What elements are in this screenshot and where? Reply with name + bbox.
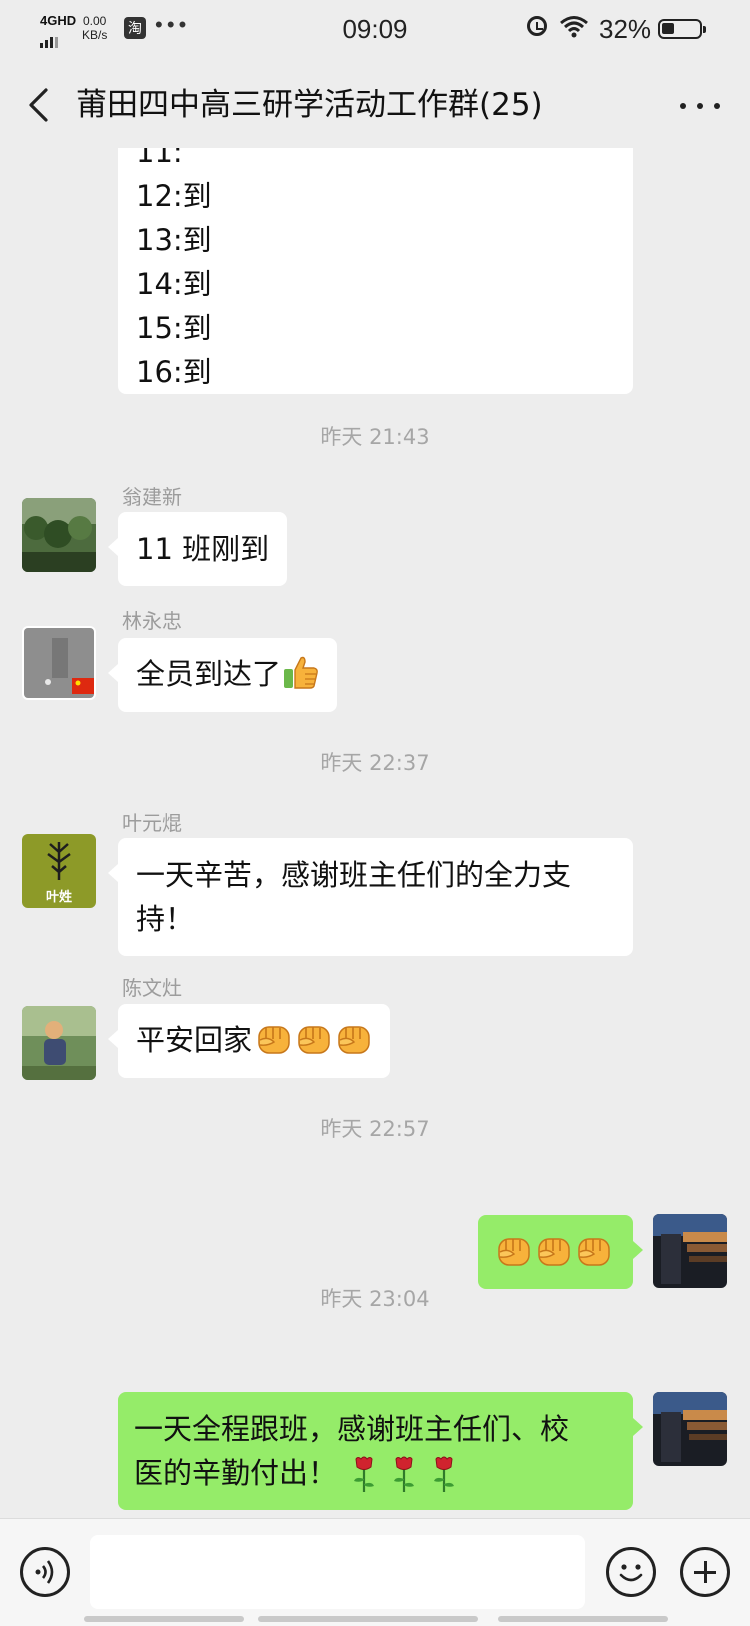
fist-emoji-icon xyxy=(336,1022,372,1056)
timestamp: 昨天 22:57 xyxy=(320,1117,430,1141)
sender-name: 陈文灶 xyxy=(122,976,182,1000)
fist-emoji-icon xyxy=(536,1234,572,1268)
timestamp: 昨天 23:04 xyxy=(320,1287,430,1311)
message-bubble[interactable]: 一天辛苦，感谢班主任们的全力支 持！ xyxy=(108,838,633,956)
plus-icon[interactable] xyxy=(680,1547,730,1597)
fist-emoji-icon xyxy=(496,1234,532,1268)
avatar[interactable] xyxy=(22,498,96,572)
message-text-line: 医的辛勤付出！ xyxy=(134,1456,338,1490)
home-indicator xyxy=(498,1616,668,1622)
message-bubble[interactable]: 全员到达了 xyxy=(107,638,338,712)
sender-name: 叶元焜 xyxy=(122,811,182,835)
roll-call-line: 14:到 xyxy=(136,267,212,301)
avatar[interactable]: 叶姓 xyxy=(22,834,96,908)
chat-title: 莆田四中高三研学活动工作群(25) xyxy=(76,87,543,123)
back-arrow-icon[interactable] xyxy=(20,82,60,128)
avatar[interactable] xyxy=(22,626,96,700)
battery-percent: 32% xyxy=(599,14,652,44)
fist-emoji-icon xyxy=(576,1234,612,1268)
rose-emoji-icon xyxy=(431,1455,457,1493)
fist-emoji-icon xyxy=(296,1022,332,1056)
message-list[interactable]: 11: 12:到 13:到 14:到 15:到 16:到 昨天 21:43 翁建… xyxy=(0,148,750,1516)
voice-icon[interactable] xyxy=(20,1547,70,1597)
sender-name: 林永忠 xyxy=(122,609,182,633)
wifi-icon xyxy=(560,16,588,38)
message-bubble[interactable]: 11 班刚到 xyxy=(107,512,288,586)
avatar-image xyxy=(22,1006,96,1080)
roll-call-bubble[interactable]: 11: 12:到 13:到 14:到 15:到 16:到 xyxy=(118,148,633,394)
fist-emoji-icon xyxy=(256,1022,292,1056)
message-text-line: 一天全程跟班，感谢班主任们、校 xyxy=(134,1412,570,1446)
message-bubble[interactable]: 平安回家 xyxy=(107,1004,391,1078)
roll-call-line: 11: xyxy=(136,148,183,169)
message-text-line: 持！ xyxy=(136,902,195,936)
avatar-image xyxy=(22,498,96,572)
thumbs-up-emoji-icon xyxy=(283,654,319,690)
my-message-bubble[interactable]: 一天全程跟班，感谢班主任们、校 医的辛勤付出！ xyxy=(118,1392,643,1510)
chat-header: 莆田四中高三研学活动工作群(25) xyxy=(0,60,750,150)
message-text: 全员到达了 xyxy=(136,657,282,691)
my-avatar[interactable] xyxy=(653,1392,727,1466)
battery-icon xyxy=(658,19,706,39)
avatar-label: 叶姓 xyxy=(45,890,72,905)
sender-name: 翁建新 xyxy=(122,485,182,509)
emoji-icon[interactable] xyxy=(606,1547,656,1597)
avatar-image xyxy=(653,1214,727,1288)
status-bar: 4GHD 0.00 KB/s 淘 • • • 09:09 32% xyxy=(0,0,750,60)
more-dots-icon[interactable] xyxy=(672,82,728,128)
rose-emoji-icon xyxy=(351,1455,377,1493)
message-text: 平安回家 xyxy=(136,1023,253,1057)
home-indicator xyxy=(258,1616,478,1622)
roll-call-line: 13:到 xyxy=(136,223,212,257)
roll-call-line: 15:到 xyxy=(136,311,212,345)
roll-call-line: 16:到 xyxy=(136,355,212,389)
message-input[interactable] xyxy=(90,1535,585,1609)
rose-emoji-icon xyxy=(391,1455,417,1493)
my-avatar[interactable] xyxy=(653,1214,727,1288)
avatar-image xyxy=(24,628,94,698)
avatar[interactable] xyxy=(22,1006,96,1080)
message-text: 11 班刚到 xyxy=(136,532,270,566)
avatar-image xyxy=(653,1392,727,1466)
home-indicator xyxy=(84,1616,244,1622)
timestamp: 昨天 22:37 xyxy=(320,751,430,775)
avatar-image: 叶姓 xyxy=(22,834,96,908)
my-message-bubble[interactable] xyxy=(478,1215,643,1289)
message-text-line: 一天辛苦，感谢班主任们的全力支 xyxy=(136,858,572,892)
alarm-icon xyxy=(527,16,547,36)
timestamp: 昨天 21:43 xyxy=(320,425,430,449)
input-bar xyxy=(0,1518,750,1626)
roll-call-line: 12:到 xyxy=(136,179,212,213)
